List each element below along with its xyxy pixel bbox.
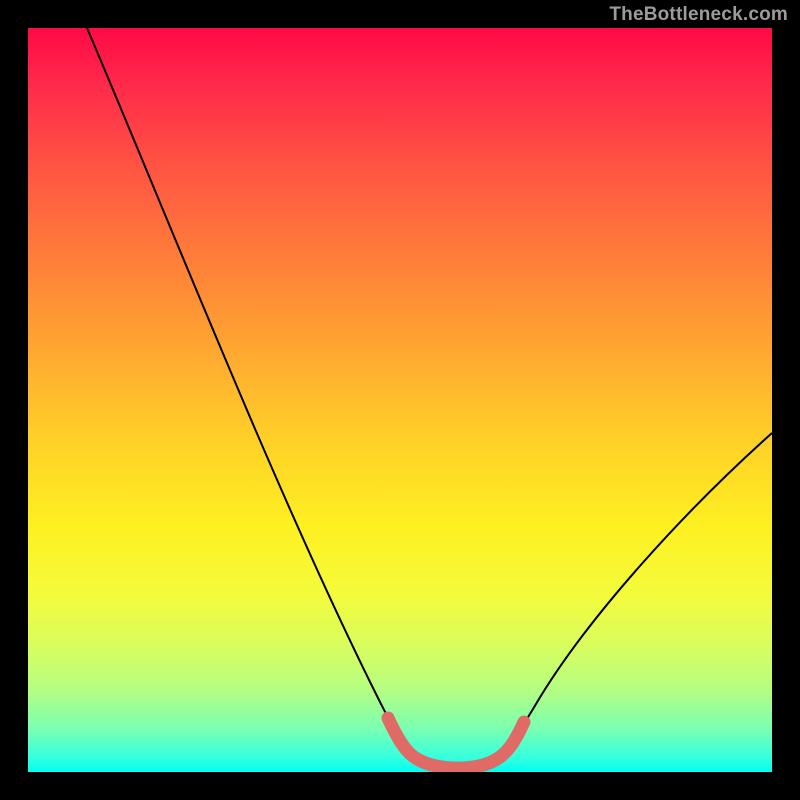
bottleneck-curve-path <box>87 28 772 766</box>
chart-inner <box>28 28 772 772</box>
optimal-range-highlight-path <box>388 718 524 768</box>
chart-svg <box>28 28 772 772</box>
watermark-text: TheBottleneck.com <box>609 4 788 26</box>
chart-frame: TheBottleneck.com <box>0 0 800 800</box>
